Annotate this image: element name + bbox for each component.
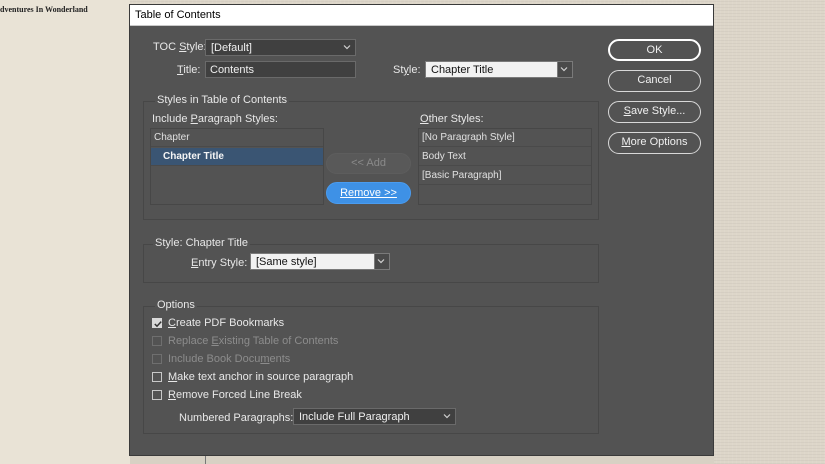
numbered-paragraphs-label: Numbered Paragraphs: <box>179 412 294 424</box>
other-styles-list: [No Paragraph Style] Body Text [Basic Pa… <box>418 128 592 205</box>
include-styles-list: Chapter Chapter Title <box>150 128 324 205</box>
chevron-down-icon <box>343 45 351 50</box>
styles-in-toc-title: Styles in Table of Contents <box>155 94 290 106</box>
include-paragraph-styles-label: Include Paragraph Styles: <box>152 113 278 125</box>
numbered-paragraphs-dropdown[interactable]: Include Full Paragraph <box>293 408 456 425</box>
document-title-text: dventures In Wonderland <box>0 5 88 14</box>
remove-forced-line-break-label: Remove Forced Line Break <box>168 389 302 401</box>
document-page: dventures In Wonderland <box>0 0 130 464</box>
make-text-anchor-label: Make text anchor in source paragraph <box>168 371 354 383</box>
more-options-button[interactable]: More Options <box>608 132 701 154</box>
list-item[interactable]: [No Paragraph Style] <box>419 129 591 147</box>
list-item[interactable]: Chapter <box>151 129 323 147</box>
document-page-strip <box>130 455 714 464</box>
style-dropdown[interactable]: Chapter Title <box>425 61 573 78</box>
numbered-paragraphs-value: Include Full Paragraph <box>299 411 410 423</box>
chevron-down-icon <box>560 67 568 72</box>
toc-style-label: TOC Style: <box>153 41 207 53</box>
table-of-contents-dialog: Table of Contents TOC Style: [Default] T… <box>129 4 714 456</box>
create-pdf-bookmarks-label: Create PDF Bookmarks <box>168 317 285 329</box>
options-title: Options <box>155 299 197 311</box>
toc-style-value: [Default] <box>211 42 252 54</box>
replace-existing-toc-label: Replace Existing Table of Contents <box>168 335 339 347</box>
replace-existing-toc-checkbox[interactable] <box>152 336 162 346</box>
create-pdf-bookmarks-checkbox[interactable] <box>152 318 162 328</box>
style-label: Style: <box>393 64 421 76</box>
entry-style-dropdown[interactable]: [Same style] <box>250 253 390 270</box>
remove-button-label: Remove >> <box>340 187 397 199</box>
chevron-down-icon <box>377 259 385 264</box>
save-style-button[interactable]: Save Style... <box>608 101 701 123</box>
remove-forced-line-break-checkbox[interactable] <box>152 390 162 400</box>
title-value: Contents <box>210 64 255 76</box>
checkmark-icon <box>154 321 162 328</box>
entry-style-label: Entry Style: <box>191 257 248 269</box>
toc-style-dropdown[interactable]: [Default] <box>205 39 356 56</box>
ok-button[interactable]: OK <box>608 39 701 61</box>
make-text-anchor-checkbox[interactable] <box>152 372 162 382</box>
style-section-title: Style: Chapter Title <box>153 237 250 249</box>
include-book-documents-label: Include Book Documents <box>168 353 291 365</box>
cancel-button[interactable]: Cancel <box>608 70 701 92</box>
include-book-documents-checkbox[interactable] <box>152 354 162 364</box>
chevron-down-icon <box>443 414 451 419</box>
list-item[interactable]: [Basic Paragraph] <box>419 167 591 185</box>
page-divider <box>205 455 206 464</box>
entry-style-value: [Same style] <box>256 256 317 268</box>
other-styles-label: Other Styles: <box>420 113 484 125</box>
dialog-title: Table of Contents <box>135 9 221 21</box>
list-item-selected[interactable]: Chapter Title <box>151 148 323 166</box>
title-label: Title: <box>177 64 201 76</box>
list-item[interactable]: Body Text <box>419 148 591 166</box>
remove-button[interactable]: Remove >> <box>326 182 411 204</box>
style-value: Chapter Title <box>431 64 494 76</box>
dialog-titlebar: Table of Contents <box>130 5 713 26</box>
title-input[interactable]: Contents <box>205 61 356 78</box>
add-button[interactable]: << Add <box>326 153 411 174</box>
